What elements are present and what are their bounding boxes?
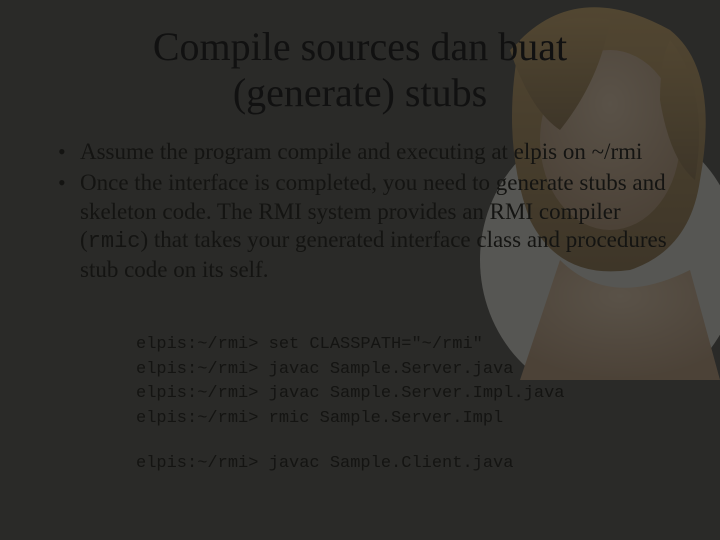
title-line-2: (generate) stubs [233, 70, 487, 115]
code-line-5: elpis:~/rmi> javac Sample.Client.java [136, 454, 513, 473]
slide-title: Compile sources dan buat (generate) stub… [40, 24, 680, 116]
code-line-4: elpis:~/rmi> rmic Sample.Server.Impl [136, 409, 503, 428]
slide-content: Compile sources dan buat (generate) stub… [0, 0, 720, 496]
bullet-item-1: Assume the program compile and executing… [58, 138, 680, 167]
title-line-1: Compile sources dan buat [153, 24, 567, 69]
code-line-2: elpis:~/rmi> javac Sample.Server.java [136, 360, 513, 379]
code-line-1: elpis:~/rmi> set CLASSPATH="~/rmi" [136, 335, 483, 354]
code-line-3: elpis:~/rmi> javac Sample.Server.Impl.ja… [136, 384, 564, 403]
bullet-2-post: ) that takes your generated interface cl… [80, 227, 667, 282]
bullet-list: Assume the program compile and executing… [58, 138, 680, 285]
bullet-1-text: Assume the program compile and executing… [80, 139, 642, 164]
bullet-item-2: Once the interface is completed, you nee… [58, 169, 680, 285]
code-block: elpis:~/rmi> set CLASSPATH="~/rmi" elpis… [136, 309, 680, 477]
bullet-2-code: rmic [88, 229, 141, 254]
